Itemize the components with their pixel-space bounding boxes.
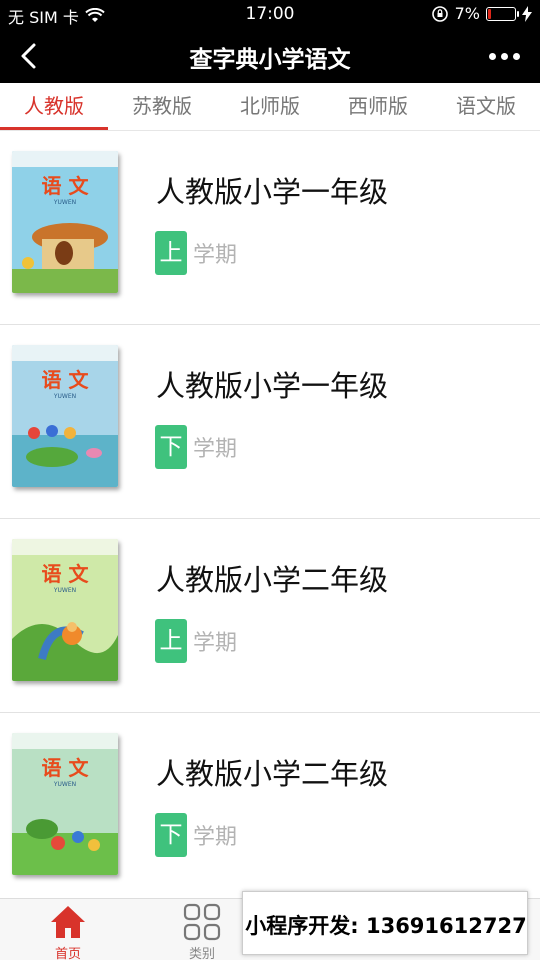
nav-bar: 查字典小学语文 [0, 28, 540, 83]
cover-pinyin: YUWEN [53, 393, 76, 400]
status-bar: 无 SIM 卡 17:00 7% [0, 0, 540, 28]
cover-pinyin: YUWEN [53, 587, 76, 594]
list-item[interactable]: 语 文 YUWEN 人教版小学一年级 上 学期 [0, 131, 540, 325]
term-badge: 上 [155, 619, 187, 663]
list-item[interactable]: 语 文 YUWEN 人教版小学一年级 下 学期 [0, 325, 540, 519]
promo-banner: 小程序开发: 13691612727 [242, 891, 528, 955]
tab-renjiao[interactable]: 人教版 [0, 83, 108, 131]
cover-logo: 语 文 [42, 174, 90, 198]
cover-logo: 语 文 [42, 368, 90, 392]
term-text: 学期 [193, 825, 238, 850]
tab-beishi[interactable]: 北师版 [216, 83, 324, 131]
battery-level [488, 8, 492, 19]
bottom-tab-category[interactable]: 类别 [152, 899, 252, 960]
book-title: 人教版小学二年级 [156, 757, 389, 791]
term-text: 学期 [193, 243, 238, 268]
term-badge: 下 [155, 425, 187, 469]
book-title: 人教版小学一年级 [156, 369, 389, 403]
bottom-tab-label: 首页 [54, 947, 81, 960]
cover-logo: 语 文 [42, 562, 90, 586]
charging-bolt-icon [522, 5, 532, 22]
tab-xishi[interactable]: 西师版 [324, 83, 432, 131]
term-text: 学期 [193, 437, 238, 462]
home-icon [51, 906, 85, 938]
edition-tab-bar: 人教版 苏教版 北师版 西师版 语文版 [0, 83, 540, 131]
book-cover-image: 语 文 YUWEN [12, 539, 118, 681]
app-root: 无 SIM 卡 17:00 7% 查字典小学语文 人教版 苏教版 北师版 西师版… [0, 0, 540, 960]
tab-yuwen[interactable]: 语文版 [432, 83, 540, 131]
term-label: 上 学期 [155, 619, 237, 663]
term-label: 下 学期 [155, 813, 237, 857]
list-item[interactable]: 语 文 YUWEN 人教版小学二年级 下 学期 [0, 713, 540, 907]
status-right: 7% [431, 4, 532, 23]
cover-logo: 语 文 [42, 756, 90, 780]
term-label: 上 学期 [155, 231, 237, 275]
book-cover-image: 语 文 YUWEN [12, 151, 118, 293]
more-dot [500, 52, 508, 60]
more-dot [488, 52, 496, 60]
more-menu-icon[interactable] [486, 40, 522, 72]
term-label: 下 学期 [155, 425, 237, 469]
promo-text: 小程序开发: 13691612727 [245, 914, 527, 938]
battery-icon [486, 6, 519, 21]
list-item[interactable]: 语 文 YUWEN 人教版小学二年级 上 学期 [0, 519, 540, 713]
book-title: 人教版小学一年级 [156, 175, 389, 209]
cover-pinyin: YUWEN [53, 199, 76, 206]
battery-percent: 7% [454, 4, 480, 23]
term-text: 学期 [193, 631, 238, 656]
book-cover-image: 语 文 YUWEN [12, 733, 118, 875]
bottom-tab-home[interactable]: 首页 [18, 899, 118, 960]
cover-pinyin: YUWEN [53, 781, 76, 788]
book-cover-image: 语 文 YUWEN [12, 345, 118, 487]
tab-sujiao[interactable]: 苏教版 [108, 83, 216, 131]
page-title: 查字典小学语文 [189, 47, 351, 73]
rotation-lock-icon [431, 5, 448, 22]
more-dot [512, 52, 520, 60]
book-title: 人教版小学二年级 [156, 563, 389, 597]
category-grid-icon [183, 903, 221, 941]
term-badge: 下 [155, 813, 187, 857]
active-tab-indicator [0, 127, 108, 130]
term-badge: 上 [155, 231, 187, 275]
bottom-tab-label: 类别 [188, 947, 215, 960]
